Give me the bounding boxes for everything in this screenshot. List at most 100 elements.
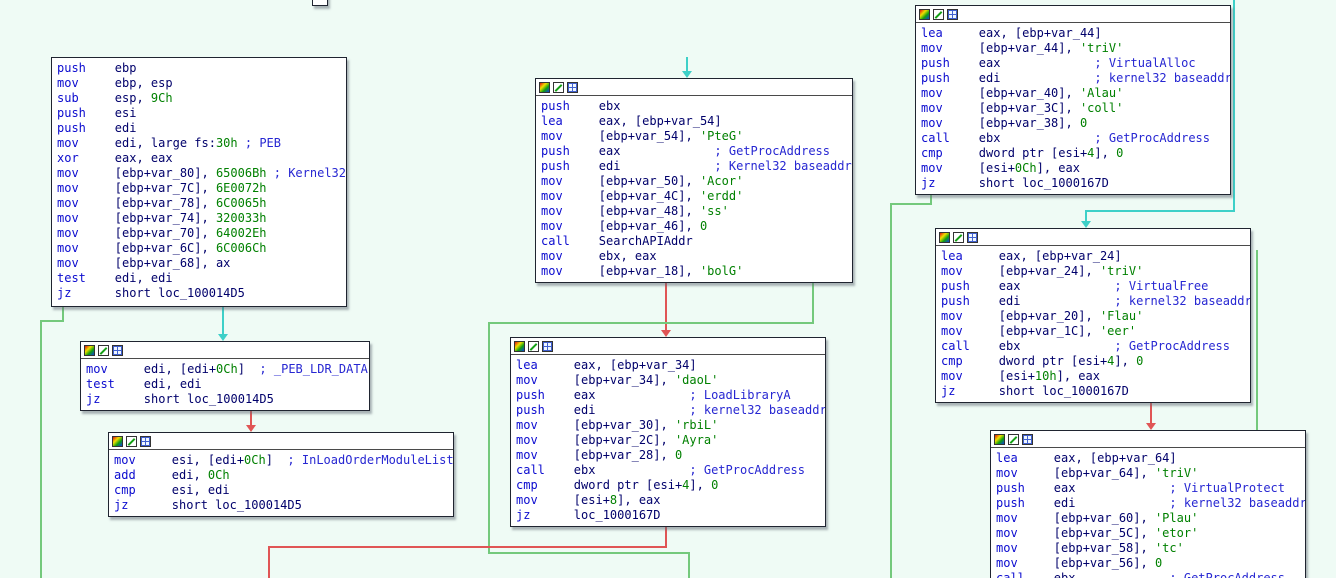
instruction-line[interactable]: mov [ebp+var_78], 6C0065h (57, 196, 341, 211)
instruction-line[interactable]: jz loc_1000167D (516, 508, 820, 523)
graph-node-virtualprotect[interactable]: lea eax, [ebp+var_64]mov [ebp+var_64], '… (990, 430, 1306, 578)
instruction-line[interactable]: lea eax, [ebp+var_44] (921, 26, 1225, 41)
instruction-line[interactable]: mov edi, [edi+0Ch] ; _PEB_LDR_DATA (86, 362, 364, 377)
instruction-line[interactable]: cmp dword ptr [esi+4], 0 (516, 478, 820, 493)
instruction-line[interactable]: mov [ebp+var_20], 'Flau' (941, 309, 1245, 324)
instruction-line[interactable]: push ebp (57, 61, 341, 76)
instruction-line[interactable]: mov [ebp+var_30], 'rbiL' (516, 418, 820, 433)
instruction-line[interactable]: push edi ; kernel32 baseaddr (996, 496, 1300, 511)
instruction-line[interactable]: mov [ebp+var_5C], 'etor' (996, 526, 1300, 541)
instruction-line[interactable]: push esi (57, 106, 341, 121)
graph-node-peb-ldr-data[interactable]: mov edi, [edi+0Ch] ; _PEB_LDR_DATAtest e… (80, 341, 370, 411)
edit-pencil-icon[interactable] (553, 82, 564, 93)
instruction-line[interactable]: mov [ebp+var_3C], 'coll' (921, 101, 1225, 116)
instruction-line[interactable]: push eax ; LoadLibraryA (516, 388, 820, 403)
instruction-line[interactable]: mov [ebp+var_28], 0 (516, 448, 820, 463)
node-color-palette-icon[interactable] (514, 341, 525, 352)
node-color-palette-icon[interactable] (939, 232, 950, 243)
instruction-line[interactable]: push edi ; Kernel32 baseaddr (541, 159, 847, 174)
instruction-line[interactable]: mov [ebp+var_7C], 6E0072h (57, 181, 341, 196)
instruction-line[interactable]: test edi, edi (57, 271, 341, 286)
graph-node-virtualfree[interactable]: lea eax, [ebp+var_24]mov [ebp+var_24], '… (935, 228, 1251, 403)
instruction-line[interactable]: mov [ebp+var_2C], 'Ayra' (516, 433, 820, 448)
instruction-line[interactable]: cmp dword ptr [esi+4], 0 (921, 146, 1225, 161)
instruction-line[interactable]: jz short loc_100014D5 (86, 392, 364, 407)
graph-node-virtualalloc[interactable]: lea eax, [ebp+var_44]mov [ebp+var_44], '… (915, 5, 1231, 195)
instruction-line[interactable]: mov [ebp+var_46], 0 (541, 219, 847, 234)
instruction-line[interactable]: lea eax, [ebp+var_64] (996, 451, 1300, 466)
instruction-line[interactable]: call ebx ; GetProcAddress (516, 463, 820, 478)
graph-node-entry[interactable]: push ebpmov ebp, espsub esp, 9Chpush esi… (51, 57, 347, 307)
edit-pencil-icon[interactable] (528, 341, 539, 352)
instruction-line[interactable]: mov [ebp+var_70], 64002Eh (57, 226, 341, 241)
instruction-line[interactable]: push edi ; kernel32 baseaddr (941, 294, 1245, 309)
edit-pencil-icon[interactable] (1008, 434, 1019, 445)
group-node-icon[interactable] (112, 345, 123, 356)
instruction-line[interactable]: add edi, 0Ch (114, 468, 448, 483)
group-node-icon[interactable] (947, 9, 958, 20)
instruction-line[interactable]: cmp dword ptr [esi+4], 0 (941, 354, 1245, 369)
instruction-line[interactable]: mov [esi+0Ch], eax (921, 161, 1225, 176)
group-node-icon[interactable] (1022, 434, 1033, 445)
instruction-line[interactable]: call SearchAPIAddr (541, 234, 847, 249)
instruction-line[interactable]: mov esi, [edi+0Ch] ; InLoadOrderModuleLi… (114, 453, 448, 468)
node-color-palette-icon[interactable] (112, 436, 123, 447)
edit-pencil-icon[interactable] (953, 232, 964, 243)
instruction-line[interactable]: mov [ebp+var_60], 'Plau' (996, 511, 1300, 526)
instruction-line[interactable]: mov [ebp+var_18], 'bolG' (541, 264, 847, 279)
instruction-line[interactable]: mov [ebp+var_56], 0 (996, 556, 1300, 571)
instruction-line[interactable]: call ebx ; GetProcAddress (921, 131, 1225, 146)
instruction-line[interactable]: mov [ebp+var_38], 0 (921, 116, 1225, 131)
instruction-line[interactable]: push eax ; VirtualAlloc (921, 56, 1225, 71)
instruction-line[interactable]: lea eax, [ebp+var_54] (541, 114, 847, 129)
node-color-palette-icon[interactable] (994, 434, 1005, 445)
instruction-line[interactable]: mov ebp, esp (57, 76, 341, 91)
instruction-line[interactable]: mov [ebp+var_48], 'ss' (541, 204, 847, 219)
instruction-line[interactable]: call ebx ; GetProcAddress (996, 571, 1300, 578)
instruction-line[interactable]: mov [esi+10h], eax (941, 369, 1245, 384)
instruction-line[interactable]: push ebx (541, 99, 847, 114)
graph-node-module-list[interactable]: mov esi, [edi+0Ch] ; InLoadOrderModuleLi… (108, 432, 454, 517)
graph-node-getprocaddress[interactable]: push ebxlea eax, [ebp+var_54]mov [ebp+va… (535, 78, 853, 283)
instruction-line[interactable]: sub esp, 9Ch (57, 91, 341, 106)
instruction-line[interactable]: jz short loc_100014D5 (57, 286, 341, 301)
instruction-line[interactable]: mov ebx, eax (541, 249, 847, 264)
instruction-line[interactable]: mov [ebp+var_80], 65006Bh ; Kernel32 (57, 166, 341, 181)
instruction-line[interactable]: mov [ebp+var_64], 'triV' (996, 466, 1300, 481)
graph-node-clipped-fragment[interactable] (312, 0, 328, 6)
instruction-line[interactable]: mov [ebp+var_34], 'daoL' (516, 373, 820, 388)
node-color-palette-icon[interactable] (539, 82, 550, 93)
edit-pencil-icon[interactable] (933, 9, 944, 20)
group-node-icon[interactable] (567, 82, 578, 93)
instruction-line[interactable]: mov [esi+8], eax (516, 493, 820, 508)
edit-pencil-icon[interactable] (98, 345, 109, 356)
instruction-line[interactable]: mov [ebp+var_40], 'Alau' (921, 86, 1225, 101)
instruction-line[interactable]: mov [ebp+var_6C], 6C006Ch (57, 241, 341, 256)
instruction-line[interactable]: push edi (57, 121, 341, 136)
group-node-icon[interactable] (967, 232, 978, 243)
instruction-line[interactable]: cmp esi, edi (114, 483, 448, 498)
instruction-line[interactable]: mov [ebp+var_24], 'triV' (941, 264, 1245, 279)
instruction-line[interactable]: mov [ebp+var_58], 'tc' (996, 541, 1300, 556)
instruction-line[interactable]: mov [ebp+var_68], ax (57, 256, 341, 271)
group-node-icon[interactable] (542, 341, 553, 352)
graph-node-loadlibrary[interactable]: lea eax, [ebp+var_34]mov [ebp+var_34], '… (510, 337, 826, 527)
instruction-line[interactable]: mov [ebp+var_4C], 'erdd' (541, 189, 847, 204)
instruction-line[interactable]: push eax ; VirtualProtect (996, 481, 1300, 496)
instruction-line[interactable]: push eax ; GetProcAddress (541, 144, 847, 159)
node-color-palette-icon[interactable] (919, 9, 930, 20)
edit-pencil-icon[interactable] (126, 436, 137, 447)
instruction-line[interactable]: mov [ebp+var_50], 'Acor' (541, 174, 847, 189)
disassembly-graph-canvas[interactable]: push ebpmov ebp, espsub esp, 9Chpush esi… (0, 0, 1336, 578)
instruction-line[interactable]: jz short loc_100014D5 (114, 498, 448, 513)
instruction-line[interactable]: jz short loc_1000167D (941, 384, 1245, 399)
instruction-line[interactable]: mov edi, large fs:30h ; PEB (57, 136, 341, 151)
instruction-line[interactable]: call ebx ; GetProcAddress (941, 339, 1245, 354)
instruction-line[interactable]: test edi, edi (86, 377, 364, 392)
instruction-line[interactable]: mov [ebp+var_44], 'triV' (921, 41, 1225, 56)
instruction-line[interactable]: mov [ebp+var_74], 320033h (57, 211, 341, 226)
instruction-line[interactable]: push edi ; kernel32 baseaddr (516, 403, 820, 418)
instruction-line[interactable]: push edi ; kernel32 baseaddr (921, 71, 1225, 86)
instruction-line[interactable]: xor eax, eax (57, 151, 341, 166)
instruction-line[interactable]: mov [ebp+var_1C], 'eer' (941, 324, 1245, 339)
